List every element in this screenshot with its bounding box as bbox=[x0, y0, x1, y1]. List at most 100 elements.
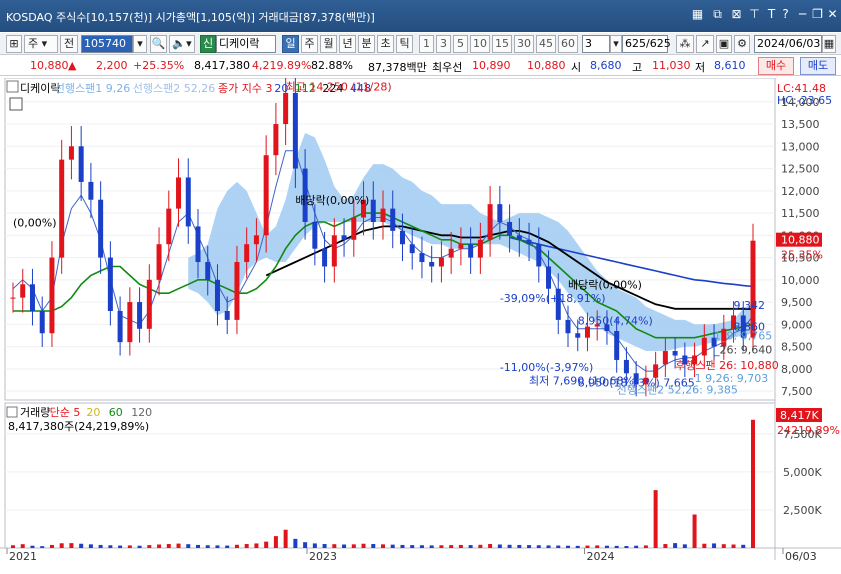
help-icon[interactable]: ? bbox=[778, 7, 793, 23]
candle-body bbox=[536, 244, 542, 267]
volume-bar bbox=[244, 544, 249, 548]
search-icon[interactable]: 🔍 bbox=[150, 35, 167, 53]
pin-icon[interactable]: ⊤ bbox=[747, 7, 762, 23]
low-price: 8,610 bbox=[714, 59, 746, 72]
interval-5-button[interactable]: 5 bbox=[453, 35, 468, 53]
open-label: 시 bbox=[571, 61, 582, 74]
price-change: 2,200 bbox=[96, 59, 128, 72]
volume-bar bbox=[166, 544, 171, 548]
market-kind-select[interactable]: 주 ▾ bbox=[24, 35, 58, 53]
sell-button[interactable]: 매도 bbox=[800, 57, 836, 75]
volume-bar bbox=[342, 544, 347, 548]
volume-bar bbox=[205, 545, 210, 548]
panel-menu-icon bbox=[6, 80, 19, 93]
minimize-icon[interactable]: ─ bbox=[795, 7, 810, 23]
volume-bar bbox=[410, 545, 415, 548]
candle-body bbox=[341, 235, 347, 240]
period-minute-button[interactable]: 분 bbox=[358, 35, 375, 53]
volume-ratio: 4,219.89% bbox=[252, 59, 312, 72]
period-week-button[interactable]: 주 bbox=[301, 35, 318, 53]
volume-bar bbox=[147, 545, 152, 548]
candle-body bbox=[224, 310, 230, 320]
grid-icon[interactable]: ▦ bbox=[690, 7, 705, 23]
volume-bar bbox=[118, 545, 123, 548]
period-tick-button[interactable]: 틱 bbox=[396, 35, 413, 53]
jeon-button[interactable]: 전 bbox=[60, 35, 78, 53]
interval-1-button[interactable]: 1 bbox=[419, 35, 434, 53]
volume-bar bbox=[400, 544, 405, 548]
interval-45-button[interactable]: 45 bbox=[536, 35, 556, 53]
interval-60-button[interactable]: 60 bbox=[558, 35, 578, 53]
sound-icon[interactable]: 🔈▾ bbox=[169, 35, 195, 53]
step-input[interactable]: 3 bbox=[582, 35, 610, 53]
price-tick-label: 13,500 bbox=[781, 118, 820, 131]
volume-bar bbox=[283, 529, 288, 548]
stock-code-input[interactable]: 105740 bbox=[81, 35, 133, 53]
volume-bar bbox=[439, 545, 444, 548]
candle-body bbox=[68, 146, 74, 160]
best-ask-label: 최우선 bbox=[432, 61, 463, 74]
current-price: 10,880 bbox=[30, 59, 69, 72]
volume-bar bbox=[137, 545, 142, 548]
chart-annotation: (0,00%) bbox=[13, 216, 57, 229]
volume-bar bbox=[11, 545, 15, 548]
save-icon[interactable]: ▣ bbox=[716, 35, 732, 53]
volume-bar bbox=[293, 538, 298, 548]
period-day-button[interactable]: 일 bbox=[282, 35, 299, 53]
buy-button[interactable]: 매수 bbox=[758, 57, 794, 75]
window-title: KOSDAQ 주식수[10,157(천)] 시가총액[1,105(억)] 거래대… bbox=[6, 11, 375, 24]
draw-tool-icon[interactable]: ↗ bbox=[696, 35, 714, 53]
volume-bar bbox=[673, 543, 678, 548]
restore-icon[interactable]: ❐ bbox=[810, 7, 825, 23]
candle-body bbox=[584, 326, 590, 338]
trade-strength: 82.88% bbox=[311, 59, 353, 72]
link-group-icon[interactable]: ⊞ bbox=[6, 35, 22, 53]
period-second-button[interactable]: 초 bbox=[377, 35, 394, 53]
volume-bar bbox=[371, 544, 376, 548]
volume-bar bbox=[40, 546, 45, 548]
volume-bar bbox=[79, 543, 84, 548]
period-year-button[interactable]: 년 bbox=[339, 35, 356, 53]
indicator-icon[interactable]: ⁂ bbox=[676, 35, 694, 53]
candle-body bbox=[546, 266, 552, 289]
volume-bar bbox=[215, 545, 220, 548]
best-bid-price: 10,880 bbox=[527, 59, 566, 72]
interval-30-button[interactable]: 30 bbox=[514, 35, 534, 53]
data-table-icon bbox=[9, 97, 23, 111]
link-icon[interactable]: ⊠ bbox=[729, 7, 744, 23]
price-tick-label: 9,000 bbox=[781, 318, 813, 331]
settings-icon[interactable]: ⚙ bbox=[734, 35, 750, 53]
candle-body bbox=[49, 257, 55, 334]
candle-body bbox=[497, 204, 503, 222]
candle-body bbox=[312, 221, 318, 249]
date-input[interactable]: 2024/06/03 bbox=[754, 35, 822, 53]
chevron-down-icon[interactable]: ▾ bbox=[133, 35, 147, 53]
last-price-label: 10,880 bbox=[781, 234, 820, 247]
candle-body bbox=[20, 284, 26, 298]
calendar-icon[interactable]: ▦ bbox=[822, 35, 836, 53]
candle-body bbox=[662, 351, 668, 365]
chart-annotation: 선행스팬2 52,26: 9,385 bbox=[617, 383, 738, 396]
volume-bar bbox=[20, 544, 25, 548]
volume-bar bbox=[624, 546, 629, 548]
quote-bar: 10,880 ▲ 2,200 +25.35% 8,417,380 4,219.8… bbox=[0, 56, 841, 76]
interval-15-button[interactable]: 15 bbox=[492, 35, 512, 53]
text-icon[interactable]: T bbox=[764, 7, 779, 23]
volume-bar bbox=[643, 545, 648, 548]
step-chevron-icon[interactable]: ▾ bbox=[610, 35, 622, 53]
volume-bar bbox=[429, 545, 434, 548]
stock-chart[interactable]: 14,00013,50013,00012,50012,00011,50011,0… bbox=[0, 78, 841, 574]
copy-icon[interactable]: ⧉ bbox=[710, 7, 725, 23]
volume-last-label: 8,417K bbox=[780, 409, 819, 422]
stock-name-field[interactable]: 디케이락 bbox=[216, 35, 276, 53]
interval-10-button[interactable]: 10 bbox=[470, 35, 490, 53]
period-month-button[interactable]: 월 bbox=[320, 35, 337, 53]
interval-3-button[interactable]: 3 bbox=[436, 35, 451, 53]
volume-bar bbox=[449, 545, 454, 548]
volume-tick-label: 2,500K bbox=[783, 504, 822, 517]
close-icon[interactable]: ✕ bbox=[825, 7, 840, 23]
candle-body bbox=[672, 351, 678, 356]
candle-body bbox=[701, 337, 707, 356]
bar-count-field[interactable]: 625/625 bbox=[622, 35, 671, 53]
candle-body bbox=[146, 279, 152, 329]
